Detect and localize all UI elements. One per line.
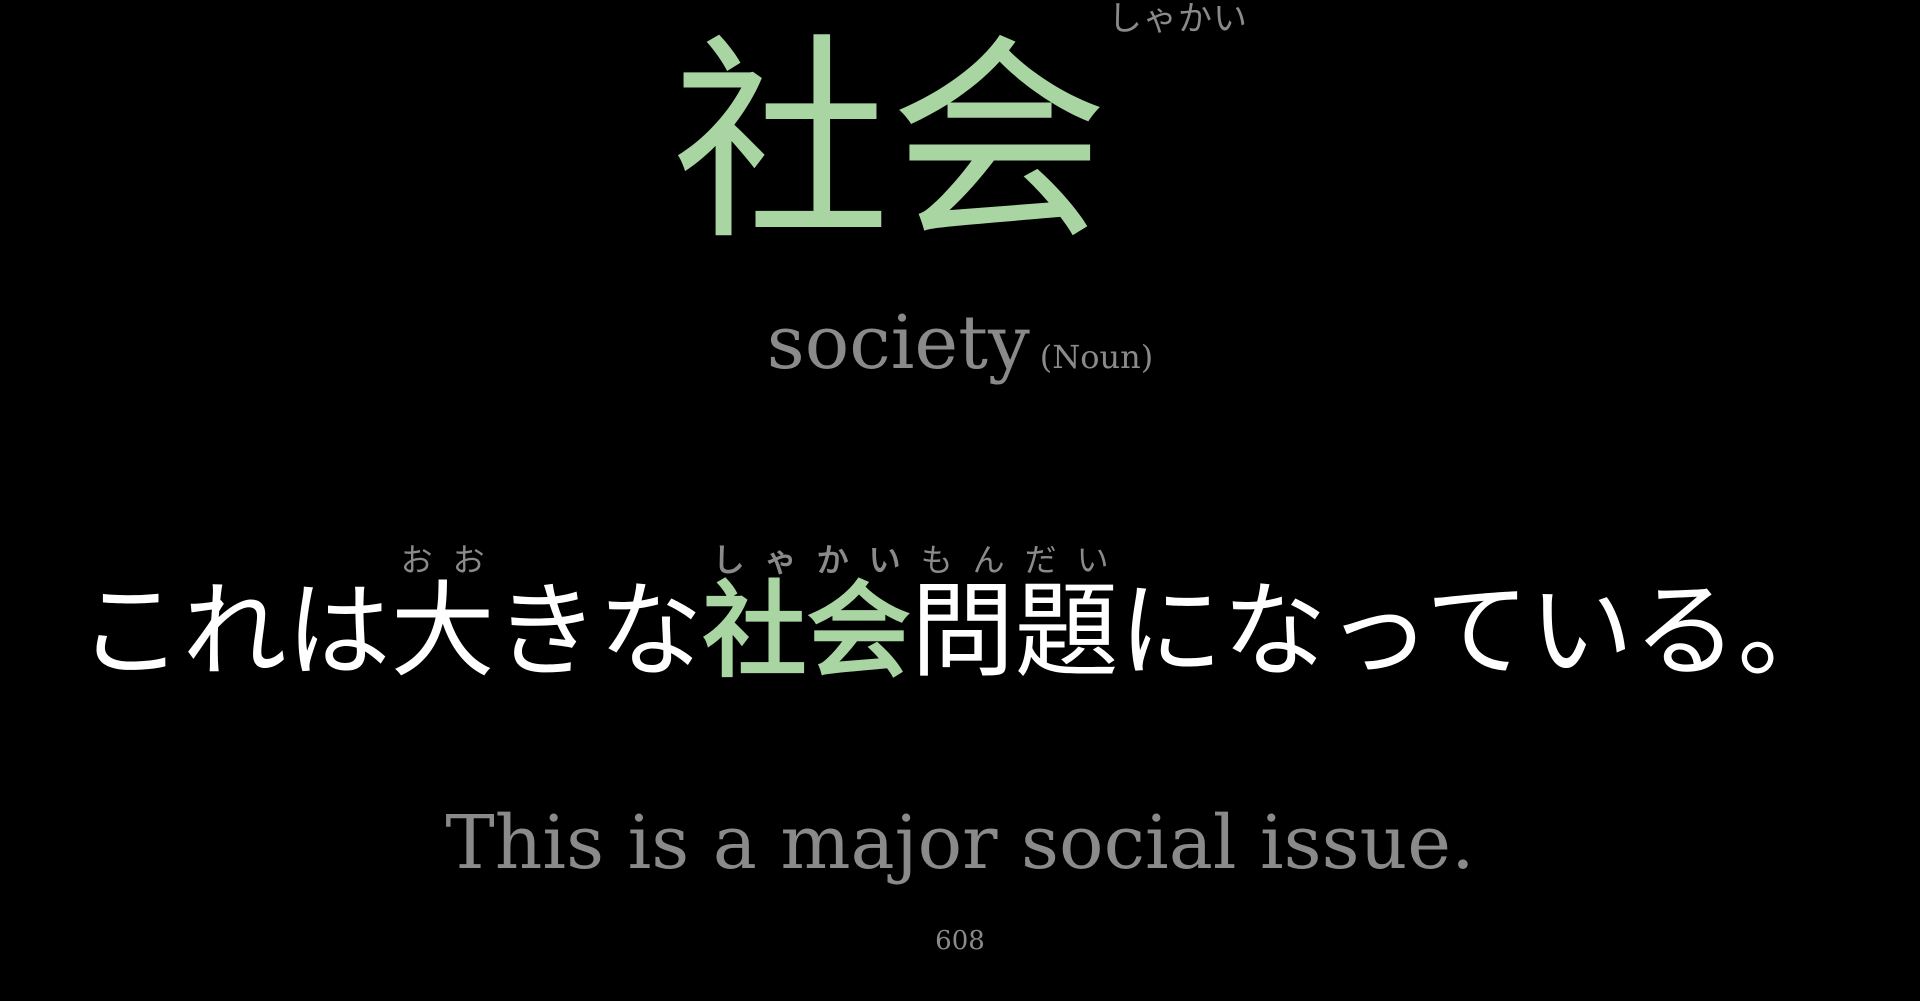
sentence-segment: 問題 — [910, 570, 1119, 692]
word-kanji: 社会 — [672, 17, 1108, 270]
sentence-furigana: おお — [390, 541, 495, 579]
vocab-word: 社会 しゃかい — [0, 0, 1920, 253]
flashcard: 社会 しゃかい society (Noun) これは大おおきな社会しゃかい問題もんだ… — [0, 0, 1920, 1001]
meaning-text: society — [766, 300, 1030, 386]
sentence-segment: 社会 — [702, 569, 911, 692]
sentence-segment: これは — [78, 570, 391, 692]
sentence-furigana: しゃかい — [702, 541, 911, 579]
sentence-highlight-word: 社会しゃかい — [702, 541, 911, 692]
sentence-furigana: もんだい — [910, 541, 1119, 579]
sentence-ruby: 大おお — [390, 541, 495, 692]
sentence-segment: きな — [494, 570, 703, 692]
sentence-ruby: 問題もんだい — [910, 541, 1119, 692]
sentence-translation: This is a major social issue. — [445, 800, 1475, 886]
example-sentence: これは大おおきな社会しゃかい問題もんだいになっている。 — [0, 541, 1920, 688]
part-of-speech: (Noun) — [1039, 338, 1154, 376]
word-ruby: 社会 しゃかい — [672, 0, 1248, 253]
sentence-segment: 大 — [390, 570, 495, 692]
word-reading: しゃかい — [1108, 0, 1248, 39]
word-meaning: society (Noun) — [0, 300, 1920, 386]
card-counter: 608 — [935, 926, 985, 956]
sentence-segment: になっている。 — [1118, 570, 1842, 692]
